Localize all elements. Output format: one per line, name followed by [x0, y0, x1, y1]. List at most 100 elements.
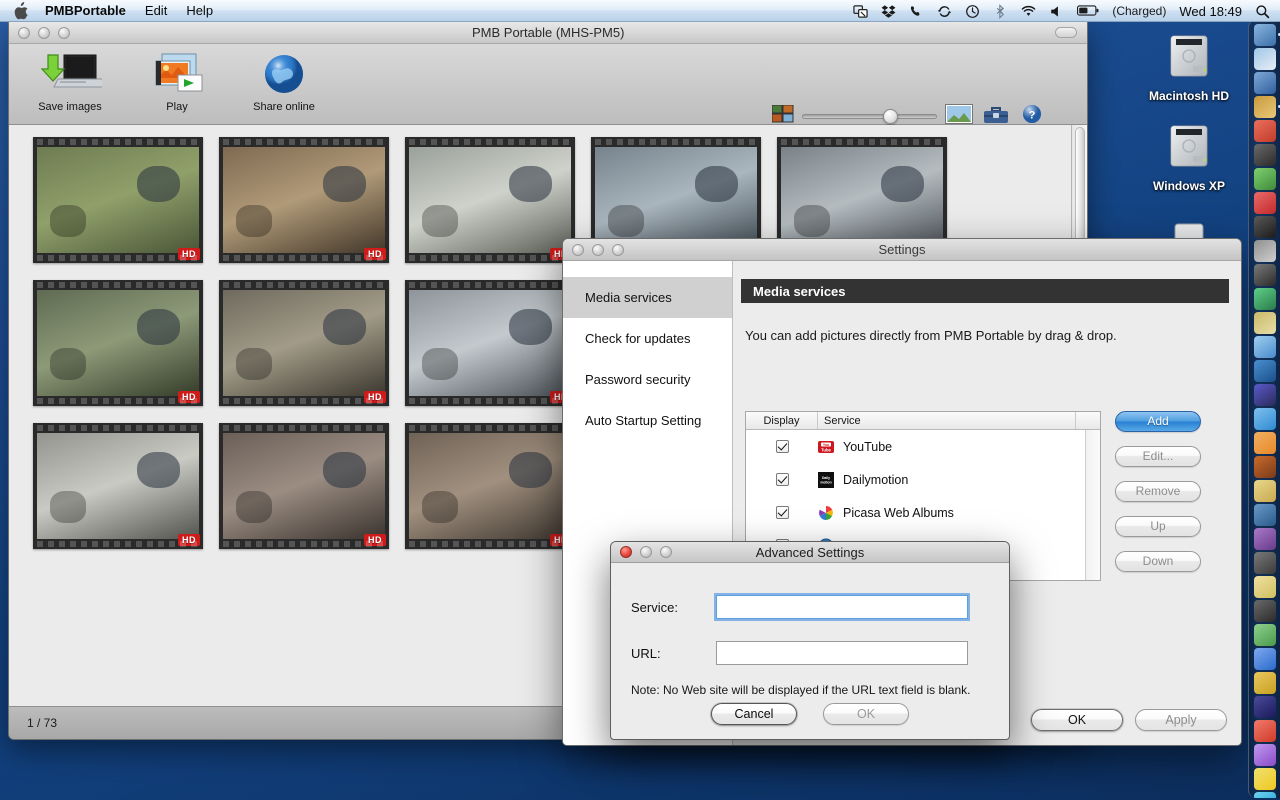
display-checkbox[interactable]	[775, 473, 789, 486]
dock-app-icon[interactable]	[1253, 408, 1276, 430]
menu-app-name[interactable]: PMBPortable	[45, 3, 126, 18]
settings-ok-button[interactable]: OK	[1031, 709, 1123, 731]
advanced-titlebar[interactable]: Advanced Settings	[611, 542, 1009, 563]
service-edit-button[interactable]: Edit...	[1115, 446, 1201, 467]
dock-app-icon[interactable]	[1253, 504, 1276, 526]
dock-app-icon[interactable]	[1253, 96, 1280, 118]
service-remove-button[interactable]: Remove	[1115, 481, 1201, 502]
sidebar-item-check-for-updates[interactable]: Check for updates	[563, 318, 732, 359]
desktop-icon-windows-xp[interactable]: Windows XP	[1134, 120, 1244, 193]
advanced-cancel-button[interactable]: Cancel	[711, 703, 797, 725]
dock-app-icon[interactable]	[1253, 624, 1276, 646]
apple-logo-icon[interactable]	[14, 1, 29, 20]
dock-app-icon[interactable]	[1253, 168, 1276, 190]
dock-app-icon[interactable]	[1253, 456, 1276, 478]
dock-app-icon[interactable]	[1253, 144, 1276, 166]
thumbnail-item[interactable]: HD	[33, 137, 203, 263]
menu-edit[interactable]: Edit	[145, 3, 167, 18]
service-down-button[interactable]: Down	[1115, 551, 1201, 572]
zoom-slider[interactable]	[802, 109, 937, 124]
menu-clock[interactable]: Wed 18:49	[1179, 4, 1242, 19]
tools-button[interactable]	[983, 104, 1009, 126]
sync-icon[interactable]	[937, 4, 952, 19]
thumbnail-item[interactable]: HD	[219, 280, 389, 406]
dock-app-icon[interactable]	[1253, 600, 1276, 622]
display-checkbox[interactable]	[775, 440, 789, 453]
right-edge-dock[interactable]	[1248, 20, 1280, 798]
dock-app-icon[interactable]	[1253, 48, 1276, 70]
play-button[interactable]: Play	[122, 50, 232, 113]
sidebar-item-media-services[interactable]: Media services	[563, 277, 732, 318]
window-traffic-lights[interactable]	[9, 26, 70, 39]
dock-app-icon[interactable]	[1253, 696, 1276, 718]
pmb-titlebar[interactable]: PMB Portable (MHS-PM5)	[9, 22, 1087, 44]
bluetooth-icon[interactable]	[993, 3, 1008, 19]
dock-app-icon[interactable]	[1253, 216, 1276, 238]
dock-app-icon[interactable]	[1253, 648, 1276, 670]
table-scrollbar[interactable]	[1085, 430, 1100, 580]
service-up-button[interactable]: Up	[1115, 516, 1201, 537]
wifi-icon[interactable]	[1021, 4, 1036, 19]
zoom-slider-knob[interactable]	[882, 109, 898, 124]
menu-help[interactable]: Help	[186, 3, 213, 18]
phone-icon[interactable]	[909, 4, 924, 19]
service-input[interactable]	[716, 595, 968, 619]
table-row[interactable]: You Tube YouTube	[746, 430, 1100, 463]
dropbox-icon[interactable]	[881, 4, 896, 19]
dock-app-icon[interactable]	[1253, 528, 1276, 550]
thumbnail-item[interactable]: HD	[219, 423, 389, 549]
dock-app-icon[interactable]	[1253, 720, 1276, 742]
battery-icon[interactable]	[1077, 4, 1099, 19]
dock-app-icon[interactable]	[1253, 744, 1276, 766]
dock-app-icon[interactable]	[1253, 288, 1276, 310]
dock-app-icon[interactable]	[1253, 192, 1276, 214]
settings-titlebar[interactable]: Settings	[563, 239, 1241, 261]
dock-app-icon[interactable]	[1253, 240, 1276, 262]
advanced-ok-button[interactable]: OK	[823, 703, 909, 725]
help-button[interactable]: ?	[1022, 104, 1042, 124]
minimize-button[interactable]	[38, 26, 50, 39]
time-machine-icon[interactable]	[965, 4, 980, 19]
table-row[interactable]: Daily motion Dailymotion	[746, 463, 1100, 496]
toolbar-collapse-button[interactable]	[1055, 27, 1077, 38]
thumbnail-item[interactable]: HD	[219, 137, 389, 263]
thumbnail-item[interactable]: HD	[405, 280, 575, 406]
dock-app-icon[interactable]	[1253, 768, 1276, 790]
column-header-display[interactable]: Display	[746, 412, 818, 429]
close-button[interactable]	[18, 26, 30, 39]
dock-app-icon[interactable]	[1253, 576, 1276, 598]
sidebar-item-password-security[interactable]: Password security	[563, 359, 732, 400]
thumbnail-item[interactable]: HD	[33, 280, 203, 406]
desktop-icon-macintosh-hd[interactable]: Macintosh HD	[1134, 30, 1244, 103]
dock-app-icon[interactable]	[1253, 792, 1276, 798]
share-online-button[interactable]: Share online	[229, 50, 339, 113]
thumbnail-item[interactable]: HD	[405, 137, 575, 263]
thumbnail-item[interactable]: HD	[405, 423, 575, 549]
spotlight-search-icon[interactable]	[1255, 4, 1270, 19]
volume-icon[interactable]	[1049, 4, 1064, 19]
display-checkbox[interactable]	[775, 506, 789, 519]
dock-app-icon[interactable]	[1253, 120, 1276, 142]
dock-app-icon[interactable]	[1253, 24, 1280, 46]
table-row[interactable]: Picasa Web Albums	[746, 496, 1100, 529]
settings-apply-button[interactable]: Apply	[1135, 709, 1227, 731]
thumbnail-item[interactable]: HD	[33, 423, 203, 549]
dock-app-icon[interactable]	[1253, 432, 1276, 454]
dock-app-icon[interactable]	[1253, 480, 1276, 502]
grid-scrollbar-thumb[interactable]	[1075, 127, 1085, 255]
service-add-button[interactable]: Add	[1115, 411, 1201, 432]
sidebar-item-auto-startup-setting[interactable]: Auto Startup Setting	[563, 400, 732, 441]
dock-app-icon[interactable]	[1253, 312, 1276, 334]
dock-app-icon[interactable]	[1253, 264, 1276, 286]
dock-app-icon[interactable]	[1253, 336, 1276, 358]
dock-app-icon[interactable]	[1253, 552, 1276, 574]
airplay-mirroring-icon[interactable]	[853, 4, 868, 19]
dock-app-icon[interactable]	[1253, 360, 1276, 382]
zoom-button[interactable]	[58, 26, 70, 39]
save-images-button[interactable]: Save images	[15, 50, 125, 113]
url-input[interactable]	[716, 641, 968, 665]
dock-app-icon[interactable]	[1253, 72, 1276, 94]
dock-app-icon[interactable]	[1253, 384, 1276, 406]
dock-app-icon[interactable]	[1253, 672, 1276, 694]
column-header-service[interactable]: Service	[818, 412, 1076, 429]
